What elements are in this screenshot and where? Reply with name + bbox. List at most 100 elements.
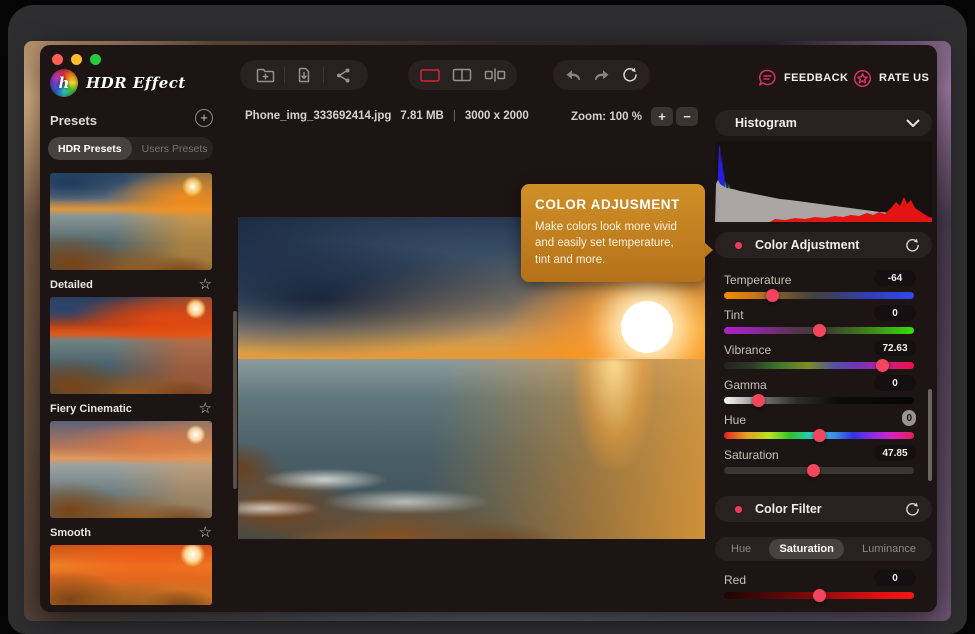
slider-track[interactable] <box>724 397 914 404</box>
undo-icon <box>565 68 582 82</box>
slider-track[interactable] <box>724 327 914 334</box>
color-adjustment-title: Color Adjustment <box>755 238 859 252</box>
screenshot-stage: h HDR Effect <box>0 0 975 634</box>
single-view-button[interactable] <box>414 60 446 90</box>
preset-card-fiery-cinematic[interactable]: Fiery Cinematic ☆ <box>50 297 212 416</box>
share-icon <box>335 67 352 84</box>
desktop-wallpaper: h HDR Effect <box>24 41 951 621</box>
histogram-plot <box>715 142 932 222</box>
share-button[interactable] <box>324 60 362 90</box>
zoom-level-label: Zoom: 100 % <box>571 111 642 123</box>
reset-icon <box>905 502 920 517</box>
split-view-icon <box>452 68 472 82</box>
preset-name: Smooth <box>50 527 91 539</box>
monitor-frame: h HDR Effect <box>8 5 967 634</box>
slider-handle[interactable] <box>813 324 826 337</box>
slider-handle[interactable] <box>766 289 779 302</box>
reset-icon <box>905 238 920 253</box>
slider-handle[interactable] <box>813 429 826 442</box>
slider-label: Hue <box>724 413 914 427</box>
slider-track[interactable] <box>724 467 914 474</box>
zoom-out-button[interactable]: − <box>676 107 698 126</box>
favorite-star-icon[interactable]: ☆ <box>199 401 212 416</box>
add-preset-button[interactable]: + <box>195 109 213 127</box>
export-button[interactable] <box>285 60 323 90</box>
slider-value[interactable]: 0 <box>874 570 916 586</box>
single-view-icon <box>420 69 440 82</box>
split-view-button[interactable] <box>446 60 478 90</box>
slider-red: Red 0 <box>724 573 914 603</box>
slider-handle[interactable] <box>876 359 889 372</box>
preset-name: Detailed <box>50 279 93 291</box>
file-info: Phone_img_333692414.jpg 7.81 MB | 3000 x… <box>245 110 529 122</box>
slider-saturation: Saturation 47.85 <box>724 448 914 478</box>
tab-users-presets[interactable]: Users Presets <box>132 137 218 160</box>
preset-name: Fiery Cinematic <box>50 403 132 415</box>
feedback-button[interactable]: FEEDBACK <box>758 68 848 88</box>
favorite-star-icon[interactable]: ☆ <box>199 525 212 540</box>
slider-vibrance: Vibrance 72.63 <box>724 343 914 373</box>
zoom-in-button[interactable]: + <box>651 107 673 126</box>
slider-handle[interactable] <box>813 589 826 602</box>
tooltip-title: COLOR ADJUSMENT <box>535 197 691 212</box>
reset-color-adjustment-button[interactable] <box>905 238 920 253</box>
slider-value-input[interactable]: 0 <box>902 410 916 426</box>
tab-luminance[interactable]: Luminance <box>852 539 926 559</box>
file-size: 7.81 MB <box>400 110 443 122</box>
histogram-header[interactable]: Histogram <box>715 110 932 136</box>
panel-enabled-dot[interactable] <box>735 242 742 249</box>
tab-hue[interactable]: Hue <box>721 539 761 559</box>
slider-value[interactable]: 0 <box>874 305 916 321</box>
color-filter-header[interactable]: Color Filter <box>715 496 932 522</box>
slider-value[interactable]: -64 <box>874 270 916 286</box>
preset-thumbnail[interactable] <box>50 545 212 605</box>
preset-thumbnail[interactable] <box>50 421 212 518</box>
file-dimensions: 3000 x 2000 <box>465 110 529 122</box>
preset-card-smooth[interactable]: Smooth ☆ <box>50 421 212 540</box>
onboarding-tooltip: COLOR ADJUSMENT Make colors look more vi… <box>521 184 705 282</box>
preset-card-detailed[interactable]: Detailed ☆ <box>50 173 212 292</box>
zoom-window-button[interactable] <box>90 54 101 65</box>
color-adjustment-header[interactable]: Color Adjustment <box>715 232 932 258</box>
reset-icon <box>622 67 638 83</box>
toolbar-history-group <box>553 60 650 90</box>
redo-button[interactable] <box>587 60 615 90</box>
before-after-view-button[interactable] <box>479 60 511 90</box>
slider-value[interactable]: 47.85 <box>874 445 916 461</box>
slider-handle[interactable] <box>807 464 820 477</box>
open-folder-button[interactable] <box>246 60 284 90</box>
export-file-icon <box>296 66 312 84</box>
favorite-star-icon[interactable]: ☆ <box>199 277 212 292</box>
redo-icon <box>593 68 610 82</box>
slider-track[interactable] <box>724 292 914 299</box>
reset-color-filter-button[interactable] <box>905 502 920 517</box>
sidebar-scrollbar[interactable] <box>233 311 237 489</box>
before-after-icon <box>484 68 506 82</box>
close-window-button[interactable] <box>52 54 63 65</box>
tab-hdr-presets[interactable]: HDR Presets <box>48 137 132 160</box>
presets-title: Presets <box>50 113 97 128</box>
color-filter-title: Color Filter <box>755 502 822 516</box>
right-panel-scrollbar[interactable] <box>928 389 932 481</box>
rate-us-button[interactable]: RATE US <box>853 68 929 88</box>
reset-all-button[interactable] <box>616 60 644 90</box>
minimize-window-button[interactable] <box>71 54 82 65</box>
slider-track[interactable] <box>724 592 914 599</box>
slider-value[interactable]: 0 <box>874 375 916 391</box>
preset-thumbnail[interactable] <box>50 297 212 394</box>
slider-temperature: Temperature -64 <box>724 273 914 303</box>
collapse-toggle[interactable] <box>906 119 920 128</box>
toolbar-file-group <box>240 60 368 90</box>
slider-track[interactable] <box>724 362 914 369</box>
slider-value[interactable]: 72.63 <box>874 340 916 356</box>
preset-thumbnail[interactable] <box>50 173 212 270</box>
color-filter-tabs: Hue Saturation Luminance <box>715 537 932 561</box>
tab-saturation[interactable]: Saturation <box>769 539 843 559</box>
panel-enabled-dot[interactable] <box>735 506 742 513</box>
undo-button[interactable] <box>559 60 587 90</box>
app-logo: h HDR Effect <box>50 69 186 97</box>
slider-handle[interactable] <box>752 394 765 407</box>
slider-track[interactable] <box>724 432 914 439</box>
preset-card-partial[interactable] <box>50 545 212 605</box>
chevron-down-icon <box>906 119 920 128</box>
